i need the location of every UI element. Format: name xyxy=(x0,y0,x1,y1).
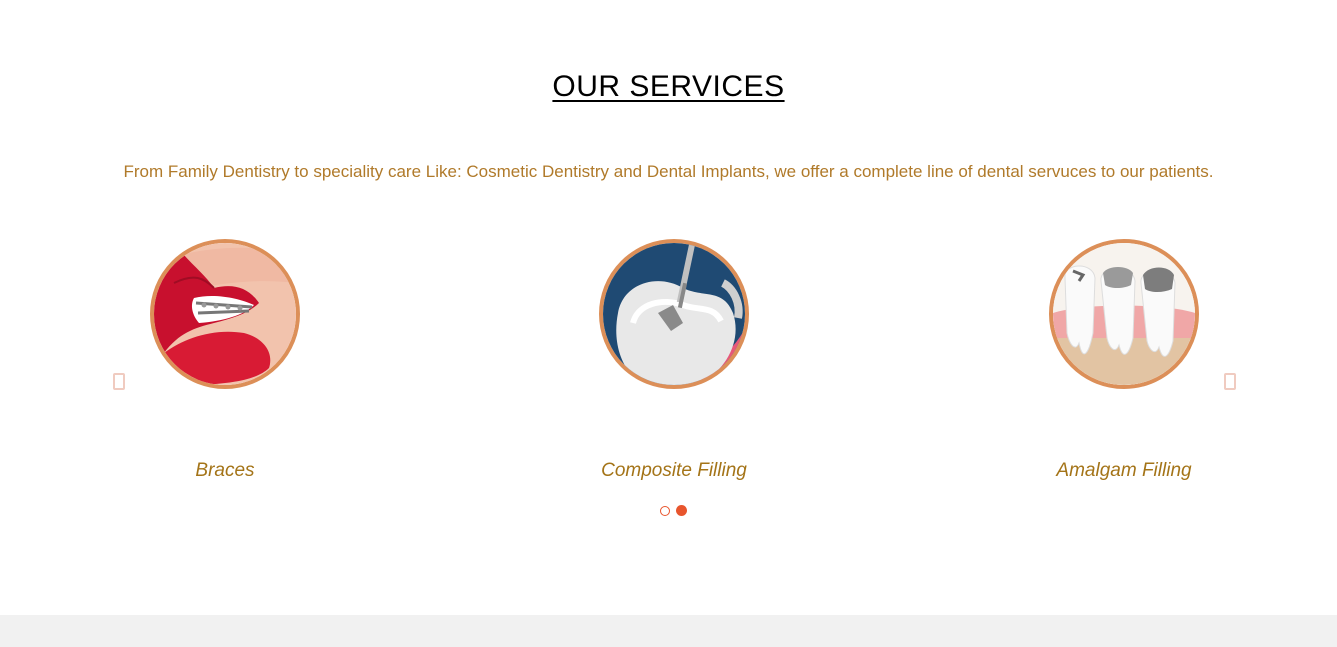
composite-filling-image[interactable] xyxy=(599,239,749,389)
amalgam-filling-image[interactable] xyxy=(1049,239,1199,389)
footer-strip xyxy=(0,615,1337,647)
section-title: OUR SERVICES xyxy=(552,70,785,103)
service-label-composite-filling: Composite Filling xyxy=(601,460,747,481)
section-subtitle: From Family Dentistry to speciality care… xyxy=(123,162,1214,181)
composite-filling-illustration xyxy=(603,243,745,385)
carousel-pagination xyxy=(660,505,687,516)
braces-lips-illustration xyxy=(154,243,296,385)
service-card-amalgam-filling[interactable]: Amalgam Filling xyxy=(974,239,1274,482)
service-card-braces[interactable]: Braces xyxy=(75,239,375,482)
services-section: OUR SERVICES From Family Dentistry to sp… xyxy=(0,0,1337,615)
pagination-dot-2-active[interactable] xyxy=(676,505,687,516)
service-label-braces: Braces xyxy=(195,460,255,481)
pagination-dot-1[interactable] xyxy=(660,506,670,516)
service-label-amalgam-filling: Amalgam Filling xyxy=(1056,460,1192,481)
braces-image[interactable] xyxy=(150,239,300,389)
service-card-composite-filling[interactable]: Composite Filling xyxy=(524,239,824,482)
amalgam-filling-illustration xyxy=(1053,243,1195,385)
